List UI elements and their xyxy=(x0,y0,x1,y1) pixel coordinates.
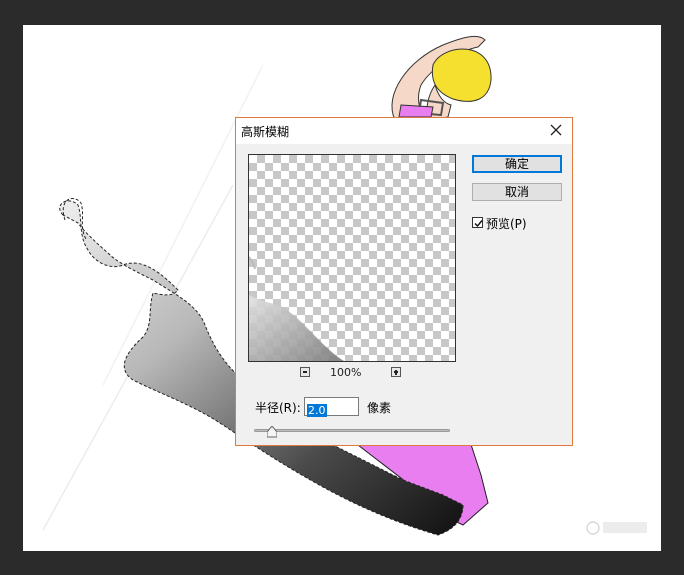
radius-slider-thumb[interactable] xyxy=(266,423,278,438)
close-icon[interactable] xyxy=(548,122,564,138)
preview-checkbox-label[interactable]: 预览(P) xyxy=(486,215,527,232)
unit-label: 像素 xyxy=(367,401,392,415)
zoom-level: 100% xyxy=(330,366,362,379)
gaussian-blur-dialog: 高斯模糊 100% 确定 取消 预览(P) 半径(R): 2.0 像素 xyxy=(235,117,573,446)
checkmark-icon xyxy=(474,220,483,228)
radius-input[interactable]: 2.0 xyxy=(304,397,359,417)
preview-checkbox[interactable] xyxy=(472,217,483,228)
zoom-out-icon[interactable] xyxy=(300,367,310,377)
dialog-titlebar: 高斯模糊 xyxy=(236,118,572,144)
radius-label: 半径(R): xyxy=(255,401,301,415)
preview-content xyxy=(249,256,344,361)
dialog-title: 高斯模糊 xyxy=(241,125,290,139)
radius-slider-track[interactable] xyxy=(254,429,450,432)
cancel-button[interactable]: 取消 xyxy=(472,183,562,201)
blur-preview[interactable] xyxy=(248,154,456,362)
dancer-top xyxy=(398,104,434,118)
dancer-hair xyxy=(431,48,492,102)
radius-value: 2.0 xyxy=(307,404,327,417)
watermark-logo xyxy=(586,521,600,535)
ok-button[interactable]: 确定 xyxy=(472,155,562,173)
zoom-in-icon[interactable] xyxy=(391,367,401,377)
watermark-mark xyxy=(603,522,647,533)
